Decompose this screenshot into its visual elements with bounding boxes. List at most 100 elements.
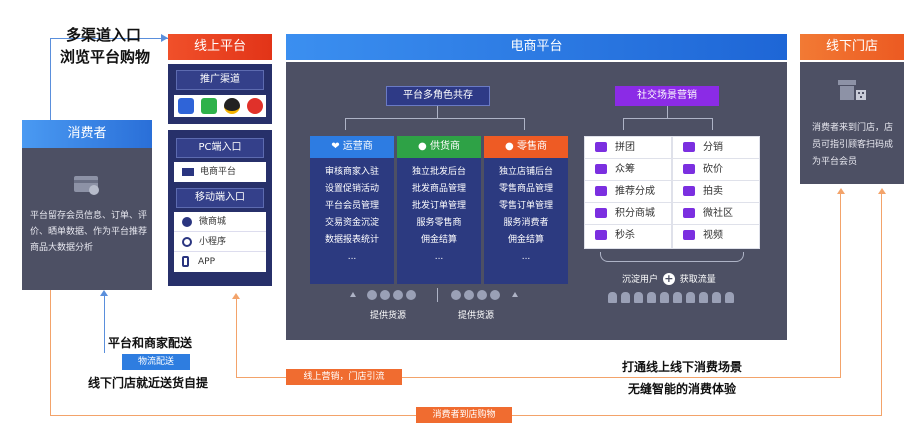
mobile-entry-title: 移动端入口 [176,188,264,208]
promo-channel-title: 推广渠道 [176,70,264,90]
list-item: 独立批发后台 [411,167,466,177]
marketing-item[interactable]: 微社区 [673,203,759,224]
list-item: 批发商品管理 [411,184,466,194]
wechat-icon[interactable] [200,98,217,114]
group-icon [595,142,607,152]
offline-store-title: 线下门店 [800,34,904,60]
list-item: 零售商品管理 [498,184,553,194]
user-icons-row [608,292,734,303]
pickup-label: 线下门店就近送货自提 [88,376,209,390]
headline-channels: 多渠道入口 [66,26,142,44]
bracket-line [667,106,668,118]
people-icons [451,290,500,300]
pc-entry-title: PC端入口 [176,138,264,158]
marketing-item[interactable]: 众筹 [585,159,671,180]
marketing-grid: 拼团 分销 众筹 砍价 推荐分成 拍卖 积分商城 微社区 秒杀 视频 [584,136,760,249]
phone-icon [182,256,189,267]
logistics-tag: 物流配送 [122,354,190,370]
supplier-list: 独立批发后台 批发商品管理 批发订单管理 服务零售商 佣金结算 ... [397,158,481,284]
video-icon [683,230,695,240]
arrow-right-icon [161,34,168,42]
to-store-tag: 消费者到店购物 [416,407,512,423]
arrow-up-icon [350,292,356,297]
mobile-item-miniprogram[interactable]: 小程序 [174,232,266,252]
marketing-item[interactable]: 拍卖 [673,181,759,202]
marketing-item[interactable]: 视频 [673,225,759,248]
qq-icon[interactable] [223,98,240,114]
list-item: 平台会员管理 [324,201,379,211]
connector-line [50,290,51,416]
list-item: 服务零售商 [416,218,462,228]
consumer-card: 消费者 平台留存会员信息、订单、评价、晒单数据、作为平台推荐商品大数据分析 [22,120,152,290]
headline-browse: 浏览平台购物 [60,48,151,66]
bracket-line [524,118,525,130]
list-item: ... [347,252,357,262]
entry-box: PC端入口 电商平台 移动端入口 微商城 小程序 APP [168,130,272,286]
mobile-item-mall[interactable]: 微商城 [174,212,266,232]
mall-icon [182,216,192,227]
list-item: 交易资金沉淀 [324,218,379,228]
social-marketing-label: 社交场景营销 [615,86,719,106]
list-item: 数据报表统计 [324,235,379,245]
marketing-item[interactable]: 拼团 [585,137,671,158]
baidu-icon[interactable] [177,98,194,114]
connector-line [840,192,841,378]
marketing-item[interactable]: 秒杀 [585,225,671,248]
store-qr-icon [838,80,866,104]
list-item: ... [521,252,531,262]
bracket-line [345,118,346,130]
marketing-item[interactable]: 推荐分成 [585,181,671,202]
marketing-item[interactable]: 积分商城 [585,203,671,224]
payment-card-icon [72,172,102,196]
supply-label-2: 提供货源 [458,311,495,321]
bracket-line [623,118,624,130]
bracket-line [623,118,713,119]
mobile-entry-list: 微商城 小程序 APP [174,212,266,272]
people-icons [367,290,416,300]
retailer-list: 独立店铺后台 零售商品管理 零售订单管理 服务消费者 佣金结算 ... [484,158,568,284]
role-column-supplier: ● 供货商 独立批发后台 批发商品管理 批发订单管理 服务零售商 佣金结算 ..… [397,136,481,284]
referral-icon [595,186,607,196]
bargain-icon [683,164,695,174]
weibo-icon[interactable] [246,98,263,114]
list-item: 佣金结算 [420,235,457,245]
bracket-line [712,118,713,130]
offline-store-card: 消费者来到门店，店员可指引顾客扫码成为平台会员 [800,62,904,184]
ecommerce-title: 电商平台 [286,34,787,60]
community-icon [683,208,695,218]
operator-list: 审核商家入驻 设置促销活动 平台会员管理 交易资金沉淀 数据报表统计 ... [310,158,394,284]
list-item: ... [434,252,444,262]
mobile-item-app[interactable]: APP [174,252,266,272]
offline-description: 消费者来到门店，店员可指引顾客扫码成为平台会员 [812,123,894,167]
pc-entry-item[interactable]: 电商平台 [174,162,266,182]
connector-line [104,295,105,353]
crowdfund-icon [595,164,607,174]
handshake-icon: ❤ [331,141,340,152]
list-item: 佣金结算 [507,235,544,245]
retain-users-label: 沉淀用户 + 获取流量 [622,272,716,285]
supply-flow [345,288,525,302]
omni-channel-line2: 无缝智能的消费体验 [628,382,737,396]
consumer-description: 平台留存会员信息、订单、评价、晒单数据、作为平台推荐商品大数据分析 [30,211,148,253]
list-item: 设置促销活动 [324,184,379,194]
omni-channel-line1: 打通线上线下消费场景 [622,360,743,374]
online-platform-title: 线上平台 [168,34,272,60]
multi-role-label: 平台多角色共存 [386,86,490,106]
supply-label-1: 提供货源 [370,311,407,321]
flash-sale-icon [595,230,607,240]
connector-line [881,192,882,416]
person-icon: ● [418,141,427,152]
miniprogram-icon [182,236,192,247]
grid-brace [600,252,744,262]
connector-line [236,298,237,378]
marketing-item[interactable]: 砍价 [673,159,759,180]
consumer-title: 消费者 [22,120,152,148]
connector-line [50,38,51,120]
monitor-icon [182,167,194,176]
marketing-item[interactable]: 分销 [673,137,759,158]
operator-header: ❤ 运营商 [310,136,394,158]
bracket-line [437,106,438,118]
points-icon [595,208,607,218]
online-marketing-tag: 线上营销，门店引流 [286,369,402,385]
list-item: 批发订单管理 [411,201,466,211]
